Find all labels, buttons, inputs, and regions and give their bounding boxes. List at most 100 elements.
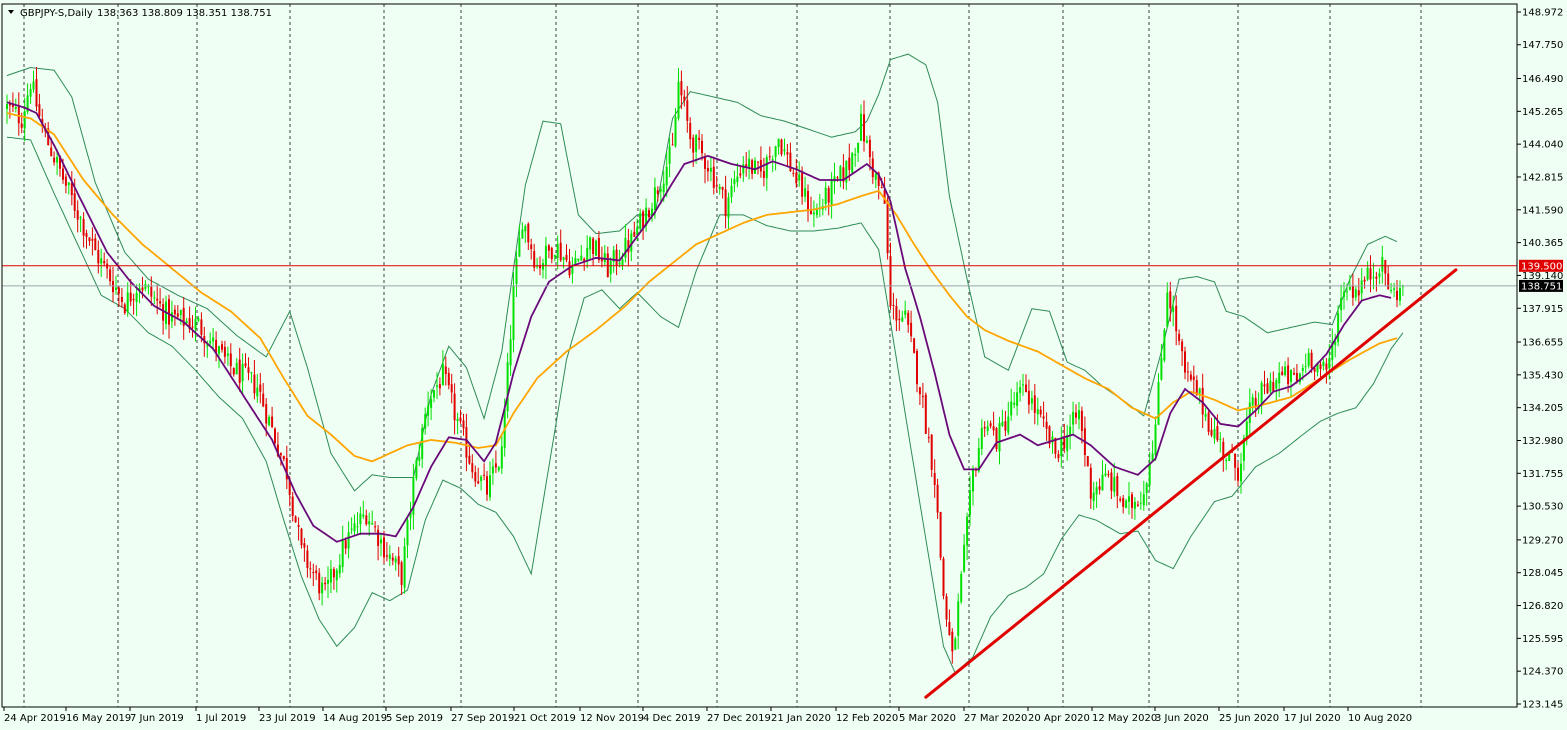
candle-bear: [892, 305, 895, 306]
candle-bull: [1072, 411, 1075, 425]
candle-bull: [857, 142, 860, 153]
candle-bull: [338, 565, 341, 574]
candle-bear: [633, 231, 636, 237]
y-tick-label: 124.370: [1522, 667, 1563, 678]
candle-bear: [1375, 276, 1378, 279]
x-tick-label: 3 Jun 2020: [1155, 713, 1209, 724]
candle-bear: [274, 428, 276, 444]
candle-bull: [1036, 409, 1039, 415]
candle-bear: [1098, 486, 1101, 490]
candle-bear: [1063, 438, 1066, 449]
candle-bull: [1399, 287, 1401, 301]
candle-bull: [874, 173, 877, 180]
candle-bear: [223, 346, 226, 357]
candle-bull: [335, 570, 338, 581]
x-tick-label: 24 Apr 2019: [4, 713, 66, 724]
candle-bear: [1287, 365, 1290, 385]
candle-bear: [1254, 398, 1257, 407]
candle-bear: [1186, 371, 1189, 373]
y-tick-label: 131.755: [1522, 469, 1563, 480]
candle-bear: [221, 344, 223, 350]
candle-bull: [804, 188, 807, 197]
candle-bull: [218, 346, 220, 354]
candle-bear: [173, 309, 176, 315]
candle-bear: [863, 114, 865, 142]
candle-bear: [1042, 416, 1045, 419]
candle-bear: [615, 249, 618, 266]
y-tick-label: 132.980: [1522, 436, 1563, 447]
candle-bull: [197, 318, 200, 321]
candle-bear: [291, 496, 294, 516]
candle-bear: [1086, 456, 1089, 467]
candle-bull: [456, 419, 459, 421]
candle-bear: [103, 260, 106, 264]
candle-bear: [530, 244, 533, 250]
candle-bear: [910, 322, 913, 337]
candle-bear: [1319, 364, 1322, 370]
candle-bull: [1366, 267, 1369, 280]
candle-bull: [1278, 372, 1281, 384]
candle-bull: [1219, 439, 1222, 441]
candle-bull: [14, 107, 17, 110]
candle-bull: [709, 167, 712, 172]
candle-bear: [1293, 373, 1295, 375]
candle-bear: [671, 144, 674, 146]
candle-bear: [400, 562, 403, 586]
candle-bear: [265, 404, 268, 424]
candle-bear: [318, 572, 321, 594]
candle-bull: [100, 258, 103, 264]
candle-bear: [1234, 453, 1237, 468]
candle-bull: [1322, 361, 1325, 367]
candle-bull: [674, 117, 677, 147]
candle-bull: [524, 226, 527, 232]
candle-bull: [1260, 383, 1263, 404]
candle-bear: [933, 473, 936, 485]
candle-bull: [553, 255, 556, 257]
y-tick-label: 141.590: [1522, 205, 1563, 216]
candle-bear: [1266, 383, 1269, 394]
x-tick-label: 12 Feb 2020: [836, 713, 898, 724]
candle-bull: [515, 258, 518, 284]
candle-bull: [356, 526, 359, 528]
candle-bull: [1381, 257, 1384, 272]
candle-bull: [972, 469, 974, 492]
candle-bear: [1281, 371, 1284, 375]
candle-bear: [1039, 409, 1042, 415]
candle-bear: [983, 427, 986, 429]
candle-bear: [547, 245, 550, 251]
candle-bull: [1133, 501, 1136, 509]
candle-bear: [1237, 467, 1239, 481]
candle-bear: [73, 193, 76, 211]
candle-bear: [97, 250, 100, 264]
candle-bull: [212, 337, 215, 342]
candle-bull: [518, 238, 521, 257]
candle-bull: [544, 245, 547, 266]
candle-bear: [706, 168, 709, 172]
candle-bull: [341, 539, 344, 567]
candle-bull: [6, 104, 8, 109]
candle-bull: [860, 113, 862, 141]
candle-bear: [450, 384, 453, 393]
candle-bull: [226, 353, 229, 356]
candle-bull: [353, 523, 356, 532]
candle-bear: [315, 570, 318, 574]
candle-bull: [1225, 460, 1228, 462]
candle-bull: [489, 475, 491, 498]
candle-bull: [1275, 380, 1278, 389]
candle-bear: [294, 516, 297, 523]
candle-bear: [385, 555, 388, 557]
candle-bear: [62, 168, 64, 180]
candle-bull: [1290, 369, 1292, 382]
candle-bear: [365, 515, 368, 525]
candle-bear: [229, 353, 232, 367]
candle-bear: [82, 218, 85, 236]
candle-bear: [1272, 382, 1275, 392]
x-tick-label: 21 Jan 2020: [771, 713, 831, 724]
candle-bull: [748, 158, 751, 168]
candle-bull: [542, 263, 544, 270]
candle-bull: [1019, 387, 1022, 393]
candle-bull: [1104, 473, 1107, 476]
candle-bull: [441, 363, 444, 386]
candle-bull: [1301, 367, 1304, 371]
x-tick-label: 25 Jun 2020: [1219, 713, 1279, 724]
